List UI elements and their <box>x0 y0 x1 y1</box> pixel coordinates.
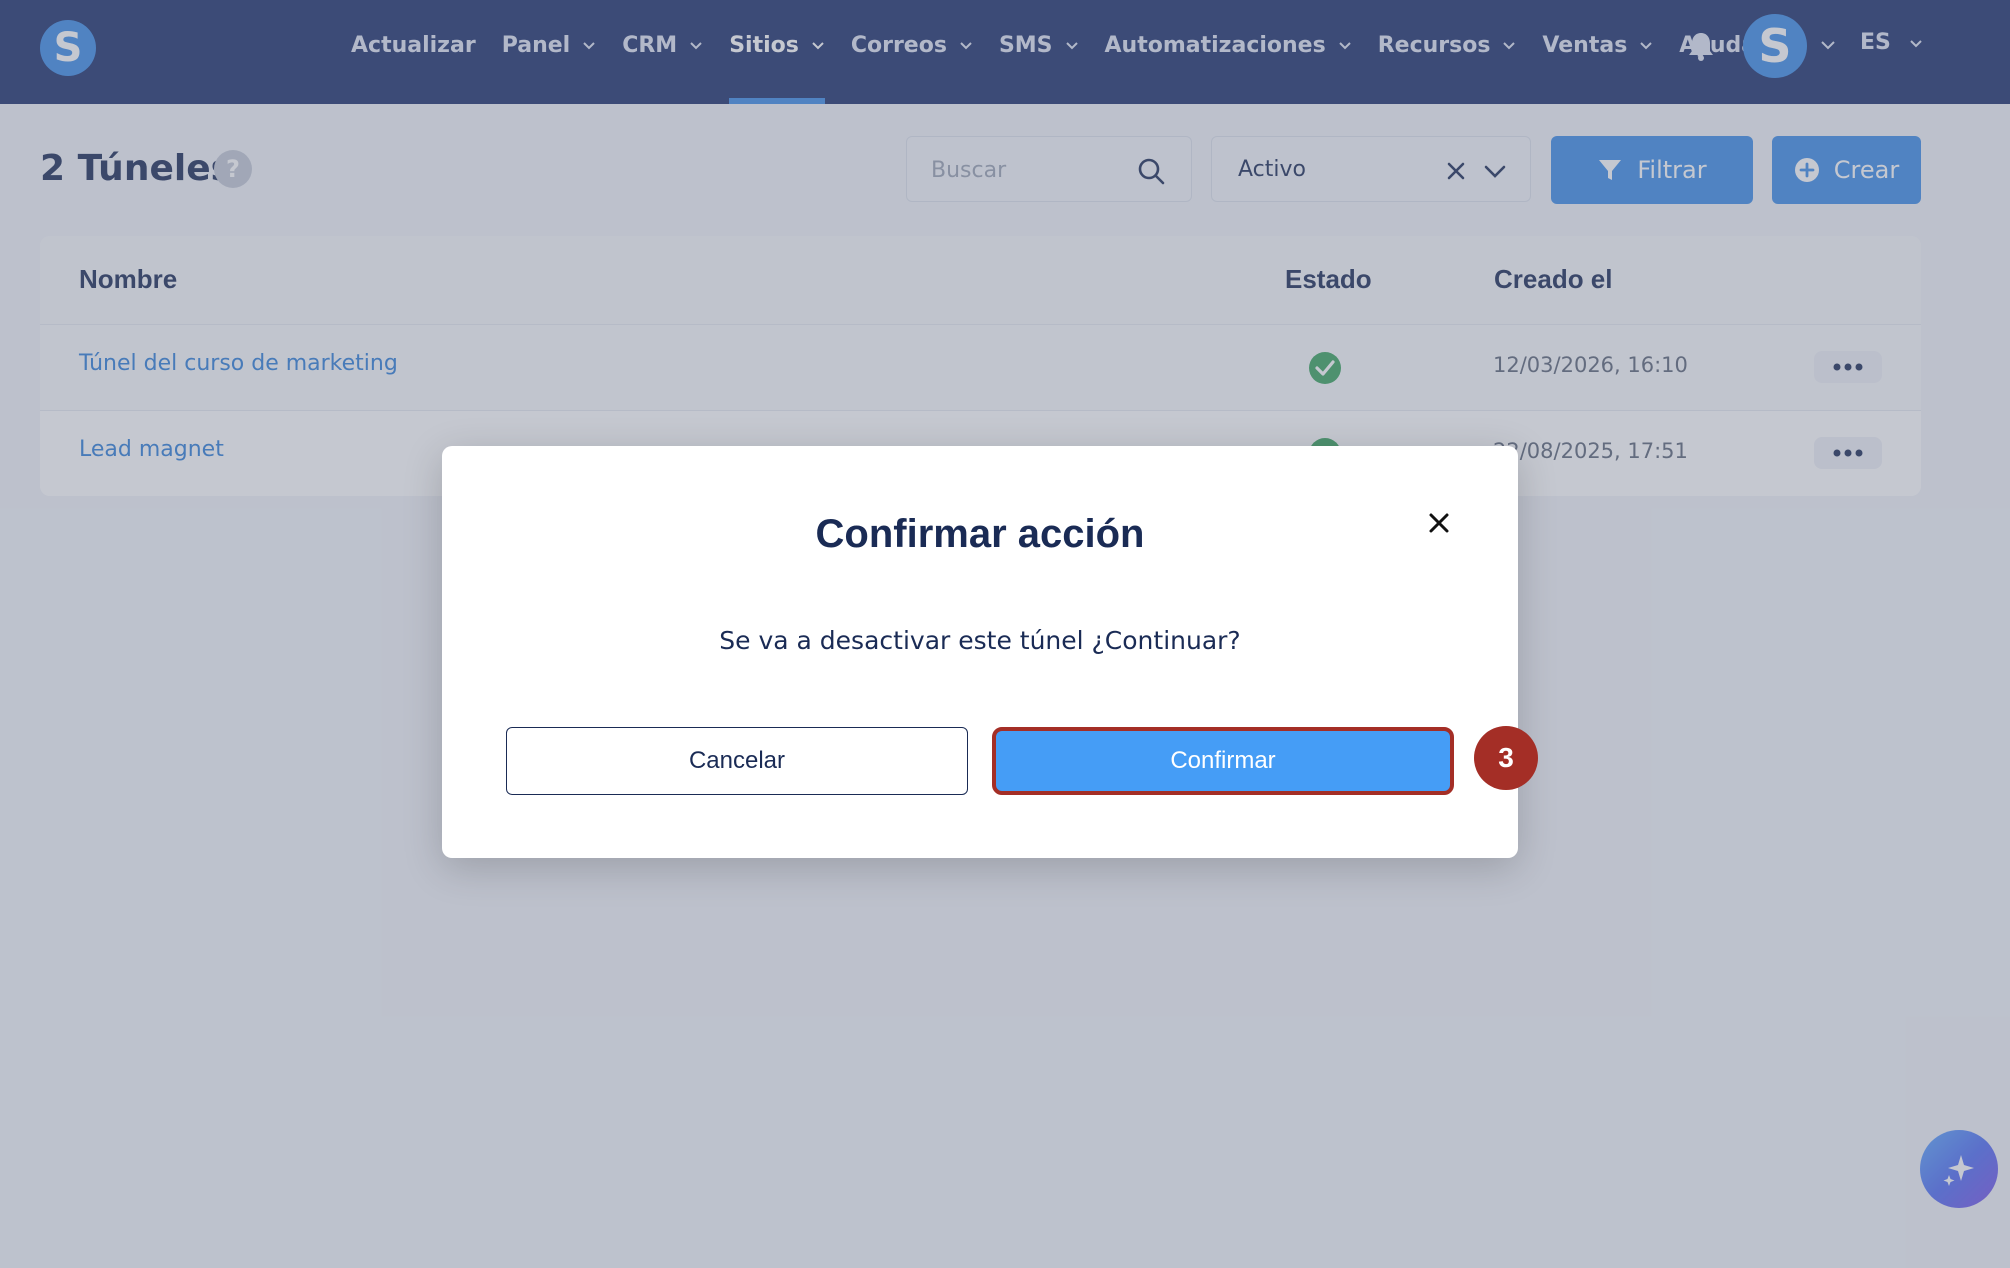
dialog-title: Confirmar acción <box>815 512 1145 556</box>
confirm-dialog: Confirmar acción Se va a desactivar este… <box>442 446 1518 858</box>
cancel-button[interactable]: Cancelar <box>506 727 968 795</box>
step-number-badge: 3 <box>1474 726 1538 790</box>
close-icon[interactable] <box>1428 512 1450 534</box>
dialog-message: Se va a desactivar este túnel ¿Continuar… <box>719 626 1241 655</box>
confirm-button[interactable]: Confirmar <box>992 727 1454 795</box>
